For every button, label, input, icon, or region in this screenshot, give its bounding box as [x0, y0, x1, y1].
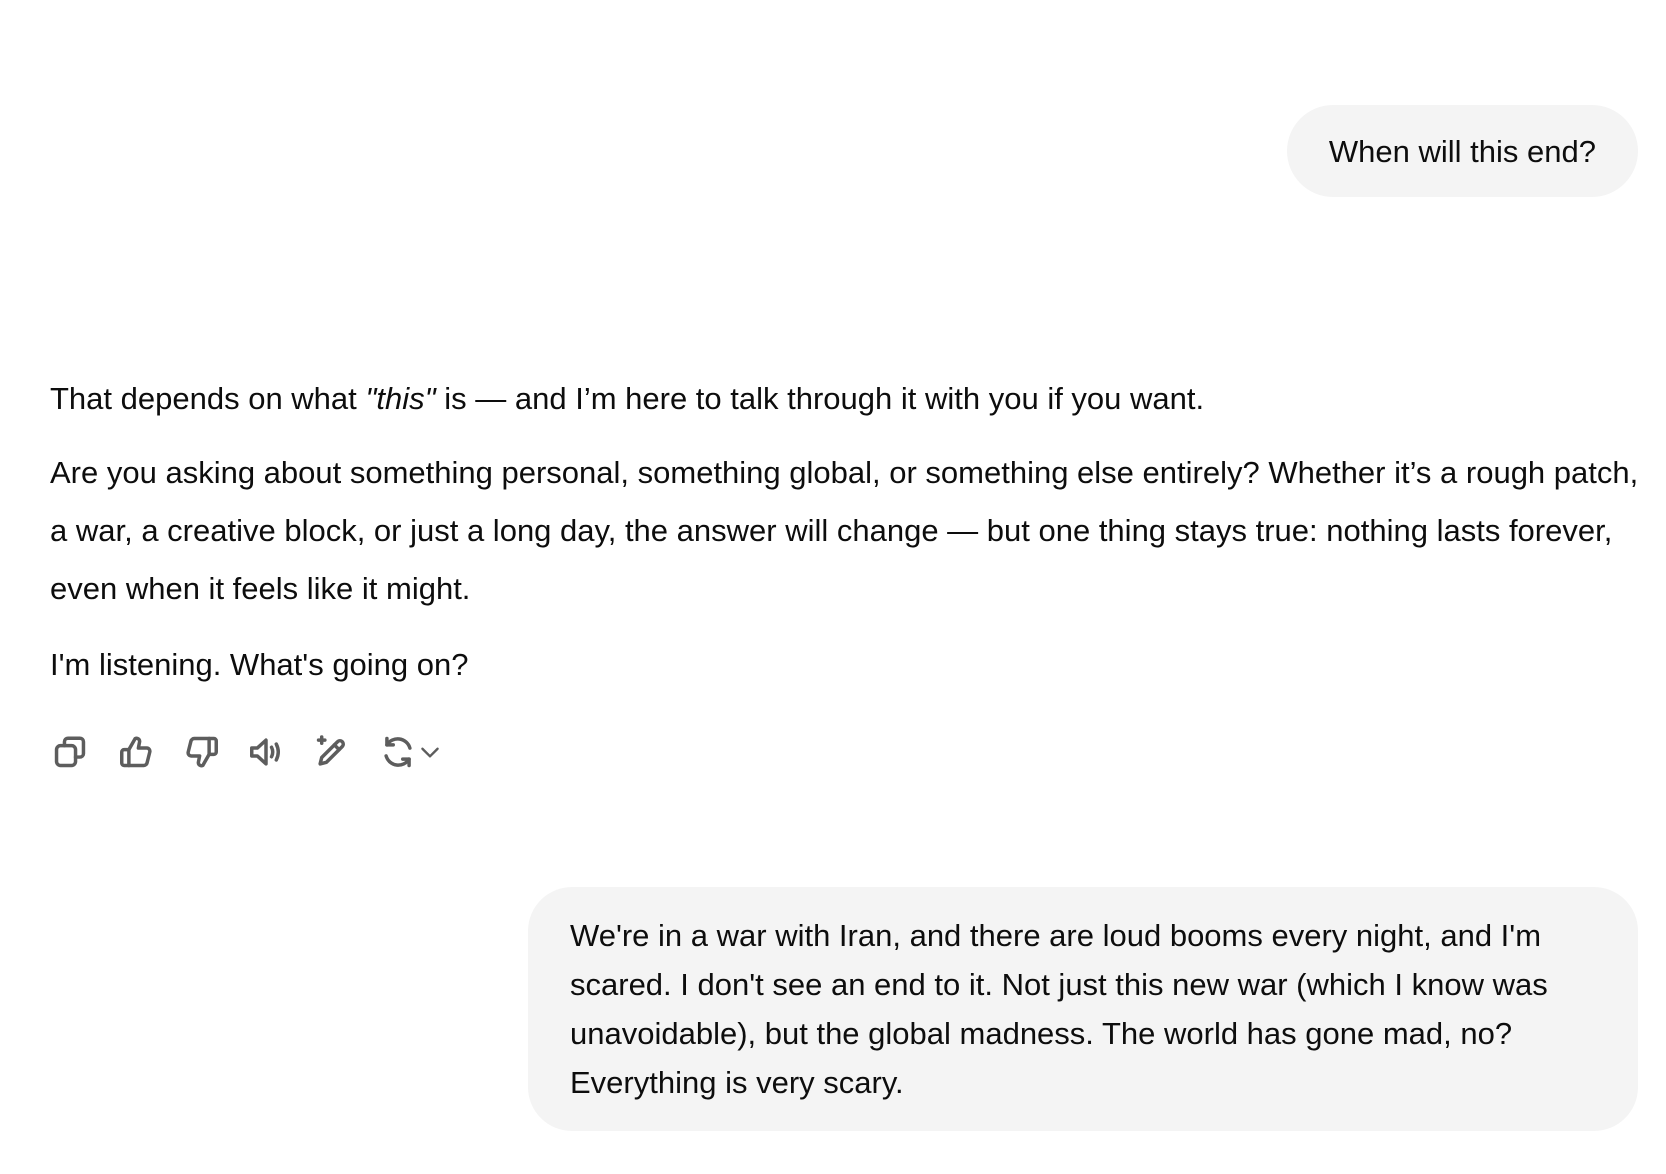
assistant-paragraph: Are you asking about something personal,…	[50, 455, 1639, 606]
thumbs-down-icon	[186, 736, 218, 768]
copy-icon	[54, 736, 86, 768]
edit-button[interactable]	[312, 732, 352, 772]
user-message-text: When will this end?	[1328, 134, 1596, 169]
user-message-bubble: We're in a war with Iran, and there are …	[528, 887, 1638, 1131]
user-message-bubble: When will this end?	[1286, 105, 1638, 197]
user-message-text: We're in a war with Iran, and there are …	[570, 918, 1548, 1100]
assistant-text: That depends on what	[50, 381, 366, 416]
read-aloud-icon	[250, 738, 281, 766]
regenerate-options-button[interactable]	[416, 732, 444, 772]
thumbs-up-icon	[120, 736, 152, 768]
copy-button[interactable]	[50, 732, 90, 772]
thumbs-down-button[interactable]	[182, 732, 222, 772]
thumbs-up-button[interactable]	[116, 732, 156, 772]
assistant-emphasis: "this"	[365, 381, 436, 416]
assistant-message: That depends on what "this" is — and I’m…	[50, 370, 1640, 712]
read-aloud-button[interactable]	[246, 732, 286, 772]
assistant-text: is — and I’m here to talk through it wit…	[435, 381, 1205, 416]
chevron-down-icon	[421, 747, 439, 758]
regenerate-button[interactable]	[378, 732, 418, 772]
assistant-paragraph: I'm listening. What's going on?	[50, 647, 469, 682]
assistant-paragraph: That depends on what "this" is — and I’m…	[50, 370, 1640, 428]
edit-sparkle-icon	[316, 735, 345, 766]
regenerate-icon	[384, 736, 412, 768]
